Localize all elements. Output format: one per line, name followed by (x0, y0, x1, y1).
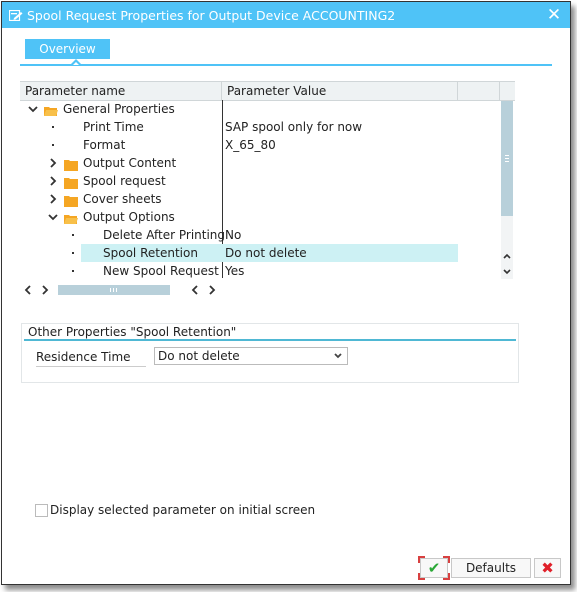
residence-time-value: Do not delete (158, 349, 240, 363)
other-properties-group: Other Properties "Spool Retention" Resid… (21, 323, 519, 383)
chevron-down-icon[interactable] (333, 348, 343, 370)
column-header-extra (458, 82, 500, 100)
tree-row-name: Delete After Printing (103, 228, 226, 242)
focus-corner (418, 573, 425, 580)
tree-row-name: Spool Retention (103, 246, 198, 260)
scroll-left-icon[interactable] (23, 283, 35, 297)
tab-strip: Overview (20, 39, 552, 67)
cancel-button[interactable]: ✖ (534, 558, 561, 578)
tree-row-name: Cover sheets (83, 192, 162, 206)
focus-corner (443, 556, 450, 563)
folder-icon (64, 176, 78, 189)
tree-row-value: Do not delete (225, 246, 307, 260)
tree-row[interactable]: Delete After Printing No (20, 226, 458, 244)
horizontal-scrollbar[interactable] (20, 283, 222, 297)
horizontal-scrollbar-thumb[interactable] (58, 285, 170, 295)
scroll-left-icon[interactable] (190, 283, 202, 297)
tree-row-value: SAP spool only for now (225, 120, 363, 134)
residence-time-label: Residence Time (36, 348, 146, 367)
bullet-icon (72, 270, 74, 272)
tree-row[interactable]: Output Options (20, 208, 458, 226)
tree-row-name: New Spool Request (103, 264, 219, 278)
close-icon[interactable]: ✕ (546, 6, 562, 24)
tree-header: Parameter name Parameter Value (20, 81, 515, 101)
scroll-right-icon[interactable] (206, 283, 218, 297)
tree-row[interactable]: Print Time SAP spool only for now (20, 118, 458, 136)
tree-row[interactable]: New Spool Request Yes (20, 262, 458, 280)
chevron-right-icon[interactable] (47, 172, 59, 190)
open-folder-icon (64, 212, 78, 224)
chevron-right-icon[interactable] (47, 154, 59, 172)
scroll-up-icon[interactable] (501, 249, 513, 263)
title-bar: Spool Request Properties for Output Devi… (2, 2, 570, 28)
chevron-right-icon[interactable] (47, 190, 59, 208)
folder-icon (64, 158, 78, 171)
residence-time-dropdown[interactable]: Do not delete (154, 347, 348, 365)
vertical-scrollbar-thumb[interactable] (501, 101, 513, 216)
window-title: Spool Request Properties for Output Devi… (27, 7, 396, 23)
defaults-button[interactable]: Defaults (451, 558, 531, 578)
checkbox-label: Display selected parameter on initial sc… (50, 503, 316, 517)
bullet-icon (72, 252, 74, 254)
folder-icon (64, 194, 78, 207)
chevron-down-icon[interactable] (47, 208, 59, 226)
chevron-down-icon[interactable] (27, 100, 39, 118)
grip-icon (110, 288, 117, 292)
scroll-down-icon[interactable] (501, 265, 513, 279)
tree-row[interactable]: Cover sheets (20, 190, 458, 208)
vertical-scrollbar[interactable] (501, 101, 513, 279)
column-header-parameter-value[interactable]: Parameter Value (222, 82, 458, 100)
tree-row-name: Output Options (83, 210, 175, 224)
display-selected-parameter-option[interactable]: Display selected parameter on initial sc… (35, 502, 315, 518)
group-title: Other Properties "Spool Retention" (28, 325, 237, 339)
focus-corner (418, 556, 425, 563)
tab-active-indicator-inner (73, 62, 79, 65)
tree-row[interactable]: Spool request (20, 172, 458, 190)
group-title-underline (24, 339, 516, 341)
tree-row-selected[interactable]: Spool Retention Do not delete (20, 244, 458, 262)
tree-row-value: No (225, 228, 242, 242)
open-folder-icon (44, 104, 58, 116)
tab-underline (20, 64, 552, 66)
spool-properties-dialog: Spool Request Properties for Output Devi… (1, 1, 571, 585)
tree-row-name: Output Content (83, 156, 177, 170)
scroll-right-icon[interactable] (39, 283, 51, 297)
cancel-x-icon: ✖ (541, 559, 554, 577)
bullet-icon (52, 144, 54, 146)
tab-overview[interactable]: Overview (25, 39, 110, 59)
parameter-tree: Parameter name Parameter Value General P… (20, 81, 517, 299)
focus-corner (443, 573, 450, 580)
checkmark-icon: ✔ (427, 559, 441, 577)
grip-icon (505, 155, 509, 162)
tree-row-value: X_65_80 (225, 138, 276, 152)
bullet-icon (52, 126, 54, 128)
tree-row-name: General Properties (63, 102, 175, 116)
bullet-icon (72, 234, 74, 236)
column-header-parameter-name[interactable]: Parameter name (20, 82, 222, 100)
tree-row-name: Format (83, 138, 126, 152)
edit-window-icon (9, 9, 23, 21)
tree-row-name: Spool request (83, 174, 166, 188)
display-selected-parameter-checkbox[interactable] (35, 503, 48, 517)
ok-button[interactable]: ✔ (418, 556, 450, 580)
tree-row[interactable]: General Properties (20, 100, 458, 118)
tree-row-name: Print Time (83, 120, 144, 134)
tree-row[interactable]: Format X_65_80 (20, 136, 458, 154)
tree-row[interactable]: Output Content (20, 154, 458, 172)
tree-row-value: Yes (225, 264, 245, 278)
